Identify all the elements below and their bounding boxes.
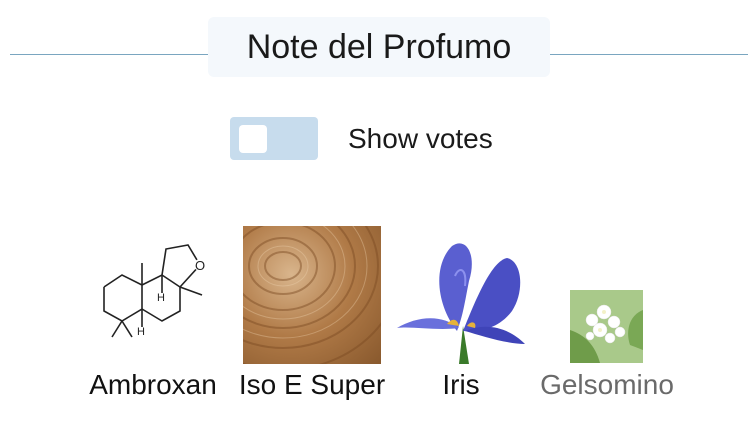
wood-grain-image xyxy=(243,226,381,364)
svg-text:H: H xyxy=(157,292,165,304)
note-label: Ambroxan xyxy=(89,369,217,400)
show-votes-label: Show votes xyxy=(348,123,493,154)
toggle-knob xyxy=(239,125,267,153)
section-title: Note del Profumo xyxy=(208,17,550,77)
divider-right xyxy=(550,54,748,55)
divider-left xyxy=(10,54,208,55)
iris-flower-image xyxy=(397,236,527,364)
note-label: Iris xyxy=(442,369,480,400)
note-label: Iso E Super xyxy=(238,369,386,400)
note-label: Gelsomino xyxy=(540,369,674,400)
show-votes-toggle[interactable] xyxy=(230,117,318,160)
ambroxan-molecule-icon: O H H xyxy=(103,244,206,338)
jasmine-flower-image xyxy=(570,290,643,363)
svg-text:H: H xyxy=(137,326,145,338)
svg-text:O: O xyxy=(195,258,205,273)
